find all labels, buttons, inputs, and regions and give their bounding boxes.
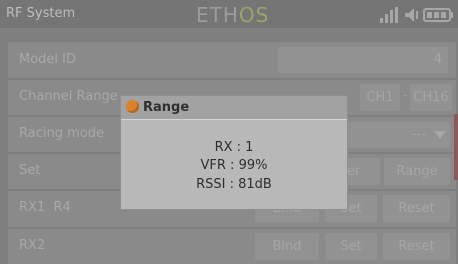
racing-mode-label: Racing mode: [19, 126, 104, 141]
model-id-value: 4: [433, 52, 442, 67]
racing-mode-value: ---: [412, 127, 427, 142]
rx-readout: RX : 1: [214, 140, 254, 155]
channel-range-separator: -: [403, 88, 408, 103]
rssi-readout: RSSI : 81dB: [196, 177, 272, 192]
racing-mode-dropdown[interactable]: ---: [346, 122, 450, 148]
title-bar: RF System ETHOS: [0, 0, 458, 28]
vfr-readout: VFR : 99%: [200, 158, 268, 173]
battery-icon: [423, 8, 453, 22]
row-rx2: RX2 Bind Set Reset: [8, 229, 456, 264]
channel-end-button[interactable]: CH16: [410, 84, 452, 111]
ethos-logo: ETHOS: [196, 3, 269, 27]
channel-start-button[interactable]: CH1: [360, 84, 400, 111]
model-id-field[interactable]: 4: [277, 47, 448, 73]
model-id-label: Model ID: [19, 52, 77, 67]
status-icons: [380, 7, 453, 23]
rx2-reset-button[interactable]: Reset: [383, 233, 450, 260]
range-dialog-header: Range: [121, 96, 347, 120]
page-title: RF System: [6, 6, 76, 21]
chevron-down-icon: [434, 131, 446, 139]
range-dialog-title: Range: [143, 100, 190, 115]
rx1-label: RX1 R4: [19, 200, 71, 215]
rx2-set-button[interactable]: Set: [325, 233, 377, 260]
row-model-id: Model ID 4: [8, 42, 456, 78]
logo-accent-text: OS: [238, 3, 270, 27]
info-dot-icon: [126, 100, 139, 113]
range-button[interactable]: Range: [384, 158, 450, 185]
rx2-label: RX2: [19, 238, 46, 253]
channel-range-label: Channel Range: [19, 89, 118, 104]
set-label: Set: [19, 163, 41, 178]
signal-bars-icon: [380, 7, 398, 23]
rx2-bind-button[interactable]: Bind: [255, 233, 319, 260]
range-dialog: Range RX : 1 VFR : 99% RSSI : 81dB: [121, 96, 347, 209]
speaker-icon: [405, 8, 418, 22]
logo-main-text: ETH: [196, 3, 239, 27]
rx1-reset-button[interactable]: Reset: [383, 195, 450, 222]
scroll-indicator: [454, 114, 458, 180]
